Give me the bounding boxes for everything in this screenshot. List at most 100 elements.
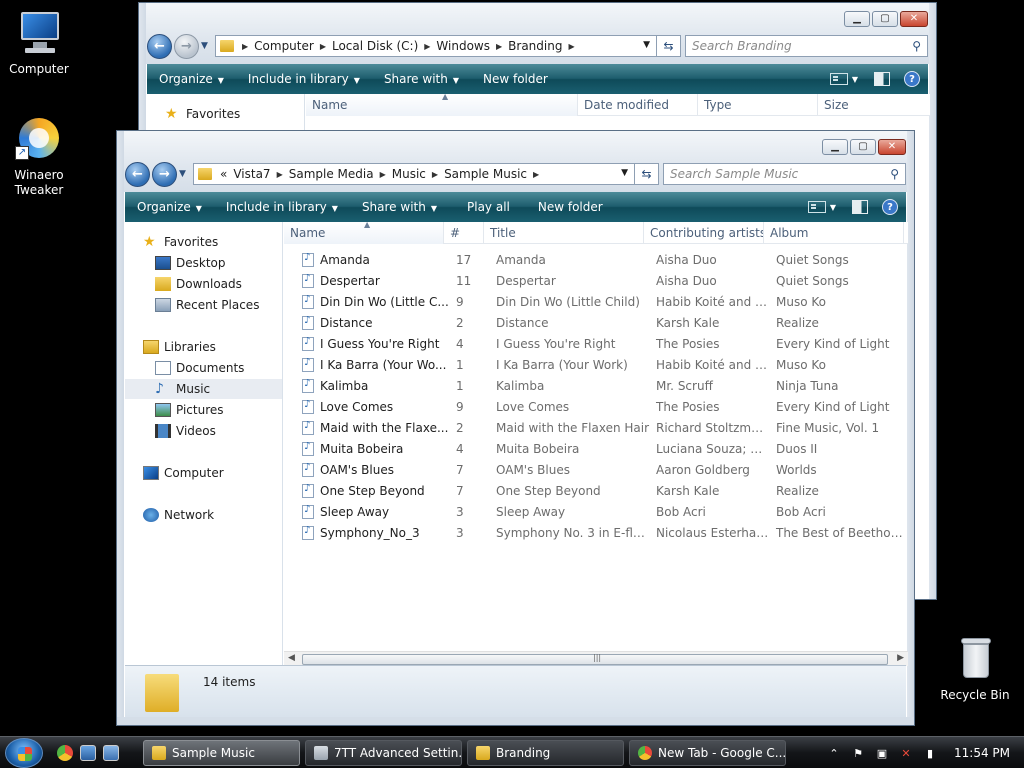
share-with-menu[interactable]: Share with ▼ (372, 72, 471, 86)
breadcrumb-segment[interactable]: Local Disk (C:) (332, 39, 418, 53)
organize-menu[interactable]: Organize ▼ (147, 72, 236, 86)
view-dropdown-icon[interactable]: ▼ (852, 75, 858, 84)
horizontal-scrollbar[interactable]: ◀ ||| ▶ (284, 651, 908, 666)
address-dropdown-icon[interactable]: ▼ (643, 40, 650, 50)
change-view-icon[interactable] (807, 201, 826, 213)
file-row[interactable]: Muita Bobeira 4 Muita Bobeira Luciana So… (302, 438, 906, 459)
taskbar-button-7tt-advanced-settings[interactable]: 7TT Advanced Settin... (305, 740, 462, 766)
maximize-button[interactable]: ▢ (872, 11, 898, 27)
scrollbar-thumb[interactable]: ||| (302, 653, 888, 665)
taskbar-button-sample-music[interactable]: Sample Music (143, 740, 300, 766)
flag-icon[interactable]: ⚑ (850, 746, 866, 760)
file-row[interactable]: Amanda 17 Amanda Aisha Duo Quiet Songs (302, 249, 906, 270)
organize-menu[interactable]: Organize ▼ (125, 200, 214, 214)
taskbar-button-google-chrome[interactable]: New Tab - Google C... (629, 740, 786, 766)
refresh-button[interactable]: ⇆ (657, 35, 681, 57)
nav-item-music[interactable]: ♪ Music (125, 379, 282, 399)
scroll-right-icon[interactable]: ▶ (897, 653, 904, 663)
back-button[interactable]: ← (125, 161, 150, 187)
recent-pages-dropdown[interactable]: ▼ (201, 41, 211, 51)
new-folder-button[interactable]: New folder (522, 200, 615, 214)
search-icon[interactable]: ⚲ (890, 167, 899, 181)
column-header-title[interactable]: Title (484, 222, 644, 244)
show-desktop-icon[interactable] (80, 745, 96, 761)
address-bar[interactable]: « Vista7 ▶ Sample Media ▶ Music ▶ Sample… (193, 163, 635, 185)
file-row[interactable]: Distance 2 Distance Karsh Kale Realize (302, 312, 906, 333)
include-in-library-menu[interactable]: Include in library ▼ (214, 200, 350, 214)
recent-pages-dropdown[interactable]: ▼ (179, 169, 189, 179)
column-header-track-number[interactable]: # (444, 222, 484, 244)
play-all-button[interactable]: Play all (449, 200, 522, 214)
search-icon[interactable]: ⚲ (912, 39, 921, 53)
column-header-name[interactable]: Name ▲ (306, 94, 578, 116)
help-icon[interactable]: ? (882, 199, 898, 215)
column-header-contributing-artists[interactable]: Contributing artists (644, 222, 764, 244)
search-input[interactable]: Search Sample Music ⚲ (663, 163, 906, 185)
view-dropdown-icon[interactable]: ▼ (830, 203, 836, 212)
help-icon[interactable]: ? (904, 71, 920, 87)
back-button[interactable]: ← (147, 33, 172, 59)
breadcrumb-overflow[interactable]: « (220, 167, 227, 181)
nav-item-documents[interactable]: Documents (125, 358, 282, 378)
start-button[interactable] (5, 738, 43, 768)
include-in-library-menu[interactable]: Include in library ▼ (236, 72, 372, 86)
nav-item-network[interactable]: Network (125, 505, 282, 525)
nav-item-favorites[interactable]: ★ Favorites (125, 232, 282, 252)
file-row[interactable]: I Ka Barra (Your Wo... 1 I Ka Barra (You… (302, 354, 906, 375)
breadcrumb-segment[interactable]: Music (392, 167, 426, 181)
forward-button[interactable]: → (174, 33, 199, 59)
switch-windows-icon[interactable] (103, 745, 119, 761)
column-header-size[interactable]: Size (818, 94, 930, 116)
volume-muted-icon[interactable]: ✕ (898, 746, 914, 760)
network-tray-icon[interactable]: ▣ (874, 746, 890, 760)
nav-item-computer[interactable]: Computer (125, 463, 282, 483)
nav-item-libraries[interactable]: Libraries (125, 337, 282, 357)
file-row[interactable]: Kalimba 1 Kalimba Mr. Scruff Ninja Tuna (302, 375, 906, 396)
breadcrumb-segment[interactable]: Computer (254, 39, 314, 53)
sample-music-explorer-window[interactable]: ▁ ▢ ✕ ← → ▼ « Vista7 ▶ Sample Media ▶ Mu… (116, 130, 915, 726)
desktop-icon-computer[interactable]: Computer (0, 10, 78, 77)
file-row[interactable]: Love Comes 9 Love Comes The Posies Every… (302, 396, 906, 417)
nav-item-videos[interactable]: Videos (125, 421, 282, 441)
file-row[interactable]: Din Din Wo (Little C... 9 Din Din Wo (Li… (302, 291, 906, 312)
column-header-name[interactable]: Name ▲ (284, 222, 444, 244)
nav-item-favorites[interactable]: ★ Favorites (165, 104, 322, 124)
power-icon[interactable]: ▮ (922, 746, 938, 760)
breadcrumb-segment[interactable]: Sample Media (289, 167, 374, 181)
preview-pane-icon[interactable] (874, 72, 890, 86)
new-folder-button[interactable]: New folder (471, 72, 560, 86)
column-header-date-modified[interactable]: Date modified (578, 94, 698, 116)
file-row[interactable]: Maid with the Flaxe... 2 Maid with the F… (302, 417, 906, 438)
close-button[interactable]: ✕ (878, 139, 906, 155)
breadcrumb-segment[interactable]: Windows (436, 39, 490, 53)
preview-pane-icon[interactable] (852, 200, 868, 214)
minimize-button[interactable]: ▁ (844, 11, 870, 27)
nav-item-recent-places[interactable]: Recent Places (125, 295, 282, 315)
column-header-album[interactable]: Album (764, 222, 904, 244)
file-row[interactable]: Sleep Away 3 Sleep Away Bob Acri Bob Acr… (302, 501, 906, 522)
file-row[interactable]: Symphony_No_3 3 Symphony No. 3 in E-flat… (302, 522, 906, 543)
desktop-icon-recycle-bin[interactable]: Recycle Bin (936, 636, 1014, 703)
show-hidden-icons-icon[interactable]: ⌃ (826, 746, 842, 760)
desktop-icon-winaero-tweaker[interactable]: ↗ Winaero Tweaker (0, 116, 78, 198)
close-button[interactable]: ✕ (900, 11, 928, 27)
clock[interactable]: 11:54 PM (954, 746, 1010, 760)
taskbar-button-branding[interactable]: Branding (467, 740, 624, 766)
breadcrumb-segment[interactable]: Branding (508, 39, 562, 53)
column-header-type[interactable]: Type (698, 94, 818, 116)
file-row[interactable]: I Guess You're Right 4 I Guess You're Ri… (302, 333, 906, 354)
search-input[interactable]: Search Branding ⚲ (685, 35, 928, 57)
file-row[interactable]: Despertar 11 Despertar Aisha Duo Quiet S… (302, 270, 906, 291)
chrome-quicklaunch-icon[interactable] (57, 745, 73, 761)
nav-item-desktop[interactable]: Desktop (125, 253, 282, 273)
nav-item-pictures[interactable]: Pictures (125, 400, 282, 420)
change-view-icon[interactable] (829, 73, 848, 85)
nav-item-downloads[interactable]: Downloads (125, 274, 282, 294)
minimize-button[interactable]: ▁ (822, 139, 848, 155)
file-row[interactable]: OAM's Blues 7 OAM's Blues Aaron Goldberg… (302, 459, 906, 480)
file-row[interactable]: One Step Beyond 7 One Step Beyond Karsh … (302, 480, 906, 501)
refresh-button[interactable]: ⇆ (635, 163, 659, 185)
forward-button[interactable]: → (152, 161, 177, 187)
share-with-menu[interactable]: Share with ▼ (350, 200, 449, 214)
breadcrumb-segment[interactable]: Sample Music (444, 167, 527, 181)
